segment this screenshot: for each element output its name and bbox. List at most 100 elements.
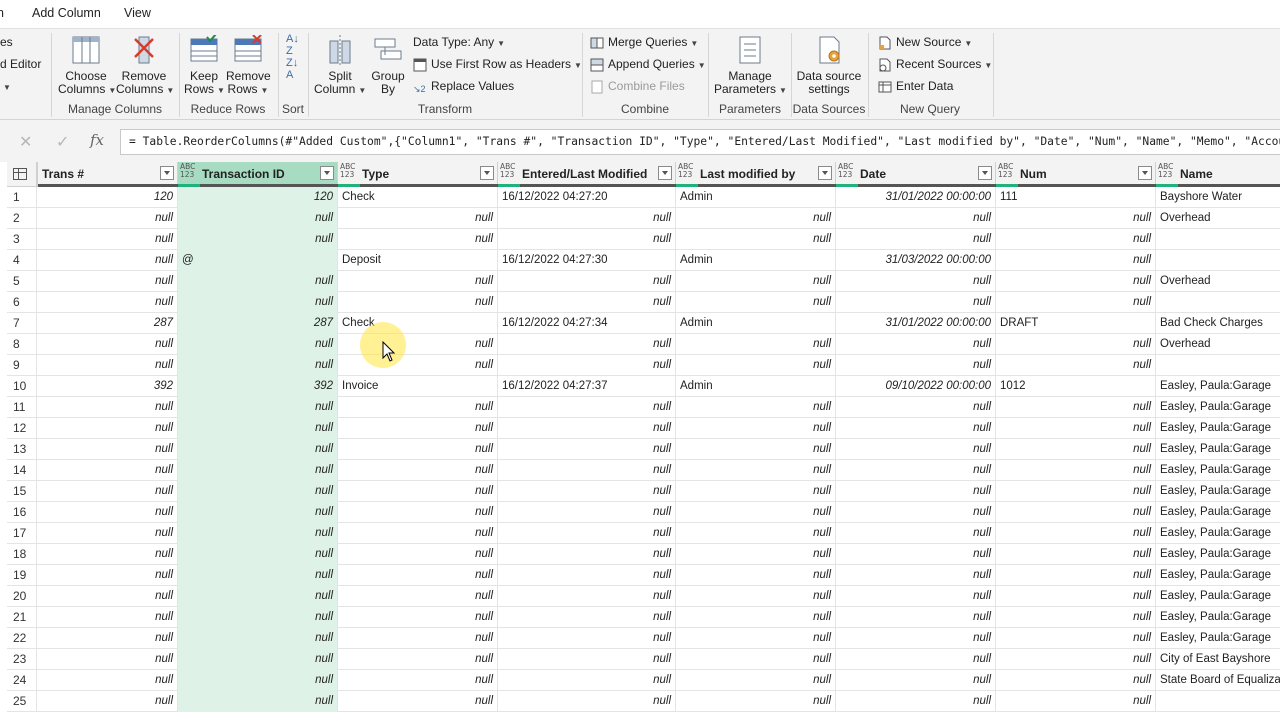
table-cell[interactable]: null xyxy=(178,418,338,439)
table-cell[interactable]: null xyxy=(676,271,836,292)
table-cell[interactable]: null xyxy=(338,418,498,439)
table-cell[interactable]: @ xyxy=(178,250,338,271)
table-cell[interactable]: null xyxy=(178,544,338,565)
table-cell[interactable]: null xyxy=(178,397,338,418)
table-cell[interactable]: Deposit xyxy=(338,250,498,271)
row-number[interactable]: 5 xyxy=(7,271,37,292)
manage-parameters-button[interactable]: Manage Parameters▼ xyxy=(714,35,786,97)
table-cell[interactable]: 120 xyxy=(37,187,178,208)
table-cell[interactable]: Check xyxy=(338,187,498,208)
table-cell[interactable]: null xyxy=(996,334,1156,355)
merge-queries-button[interactable]: Merge Queries▼ xyxy=(590,33,698,51)
table-cell[interactable]: Easley, Paula:Garage xyxy=(1156,376,1280,397)
column-header[interactable]: ABC 123Date xyxy=(836,162,996,187)
row-number[interactable]: 20 xyxy=(7,586,37,607)
data-type-dropdown[interactable]: Data Type: Any▼ xyxy=(413,33,505,51)
tab-view[interactable]: View xyxy=(124,6,151,20)
table-cell[interactable]: null xyxy=(676,544,836,565)
table-row[interactable]: 6nullnullnullnullnullnullnull xyxy=(7,292,1280,313)
table-cell[interactable]: null xyxy=(37,460,178,481)
table-cell[interactable]: Easley, Paula:Garage xyxy=(1156,586,1280,607)
table-cell[interactable]: null xyxy=(338,628,498,649)
table-cell[interactable]: null xyxy=(37,250,178,271)
table-row[interactable]: 19nullnullnullnullnullnullnullEasley, Pa… xyxy=(7,565,1280,586)
choose-columns-button[interactable]: Choose Columns▼ xyxy=(58,35,114,97)
column-filter-dropdown-icon[interactable] xyxy=(1138,166,1152,180)
row-number[interactable]: 25 xyxy=(7,691,37,712)
row-number[interactable]: 6 xyxy=(7,292,37,313)
table-cell[interactable]: null xyxy=(996,649,1156,670)
column-filter-dropdown-icon[interactable] xyxy=(818,166,832,180)
table-row[interactable]: 5nullnullnullnullnullnullnullOverhead xyxy=(7,271,1280,292)
table-row[interactable]: 15nullnullnullnullnullnullnullEasley, Pa… xyxy=(7,481,1280,502)
table-cell[interactable]: null xyxy=(836,418,996,439)
table-cell[interactable]: null xyxy=(996,229,1156,250)
table-cell[interactable]: 16/12/2022 04:27:20 xyxy=(498,187,676,208)
column-type-icon[interactable]: ABC 123 xyxy=(838,163,853,179)
table-cell[interactable]: null xyxy=(498,481,676,502)
table-cell[interactable]: null xyxy=(996,418,1156,439)
table-cell[interactable]: null xyxy=(676,607,836,628)
table-row[interactable]: 21nullnullnullnullnullnullnullEasley, Pa… xyxy=(7,607,1280,628)
table-cell[interactable]: null xyxy=(676,481,836,502)
table-cell[interactable]: null xyxy=(676,670,836,691)
table-cell[interactable]: 287 xyxy=(37,313,178,334)
row-number[interactable]: 23 xyxy=(7,649,37,670)
table-cell[interactable]: null xyxy=(996,523,1156,544)
column-header[interactable]: ABC 123Type xyxy=(338,162,498,187)
table-cell[interactable]: null xyxy=(178,586,338,607)
table-cell[interactable]: null xyxy=(498,670,676,691)
table-cell[interactable]: null xyxy=(37,271,178,292)
column-header[interactable]: Trans # xyxy=(37,162,178,187)
table-cell[interactable]: null xyxy=(996,439,1156,460)
table-cell[interactable]: null xyxy=(996,670,1156,691)
table-cell[interactable]: null xyxy=(676,628,836,649)
column-filter-dropdown-icon[interactable] xyxy=(320,166,334,180)
row-number[interactable]: 10 xyxy=(7,376,37,397)
remove-rows-button[interactable]: Remove Rows▼ xyxy=(226,35,270,97)
table-cell[interactable]: null xyxy=(676,229,836,250)
row-number[interactable]: 16 xyxy=(7,502,37,523)
table-cell[interactable]: null xyxy=(836,523,996,544)
table-row[interactable]: 17nullnullnullnullnullnullnullEasley, Pa… xyxy=(7,523,1280,544)
table-row[interactable]: 3nullnullnullnullnullnullnull xyxy=(7,229,1280,250)
split-column-button[interactable]: Split Column▼ xyxy=(314,35,366,97)
column-header[interactable]: ABC 123Num xyxy=(996,162,1156,187)
table-cell[interactable]: null xyxy=(338,565,498,586)
commit-formula-icon[interactable]: ✓ xyxy=(56,132,69,152)
table-cell[interactable]: null xyxy=(996,397,1156,418)
table-cell[interactable]: null xyxy=(498,229,676,250)
table-cell[interactable]: null xyxy=(338,649,498,670)
table-cell[interactable]: null xyxy=(996,355,1156,376)
table-cell[interactable]: null xyxy=(836,670,996,691)
table-cell[interactable]: null xyxy=(498,649,676,670)
table-cell[interactable]: null xyxy=(836,439,996,460)
append-queries-button[interactable]: Append Queries▼ xyxy=(590,55,706,73)
table-cell[interactable]: null xyxy=(996,607,1156,628)
table-cell[interactable]: null xyxy=(338,544,498,565)
table-cell[interactable]: null xyxy=(498,607,676,628)
table-cell[interactable]: 31/01/2022 00:00:00 xyxy=(836,187,996,208)
table-cell[interactable]: null xyxy=(836,229,996,250)
table-cell[interactable]: null xyxy=(178,355,338,376)
table-cell[interactable]: null xyxy=(37,586,178,607)
table-cell[interactable]: null xyxy=(676,208,836,229)
table-cell[interactable]: null xyxy=(37,334,178,355)
table-cell[interactable]: null xyxy=(996,481,1156,502)
table-cell[interactable]: null xyxy=(178,334,338,355)
table-cell[interactable]: null xyxy=(37,691,178,712)
table-cell[interactable]: null xyxy=(676,355,836,376)
table-cell[interactable]: null xyxy=(996,565,1156,586)
table-cell[interactable]: null xyxy=(676,565,836,586)
table-cell[interactable]: 120 xyxy=(178,187,338,208)
table-cell[interactable]: null xyxy=(498,691,676,712)
table-cell[interactable]: null xyxy=(836,208,996,229)
table-row[interactable]: 7287287Check16/12/2022 04:27:34Admin31/0… xyxy=(7,313,1280,334)
table-cell[interactable]: 16/12/2022 04:27:30 xyxy=(498,250,676,271)
table-cell[interactable]: null xyxy=(178,460,338,481)
table-cell[interactable]: null xyxy=(178,481,338,502)
table-cell[interactable]: null xyxy=(676,418,836,439)
table-cell[interactable]: Easley, Paula:Garage xyxy=(1156,481,1280,502)
table-row[interactable]: 22nullnullnullnullnullnullnullEasley, Pa… xyxy=(7,628,1280,649)
table-row[interactable]: 1120120Check16/12/2022 04:27:20Admin31/0… xyxy=(7,187,1280,208)
